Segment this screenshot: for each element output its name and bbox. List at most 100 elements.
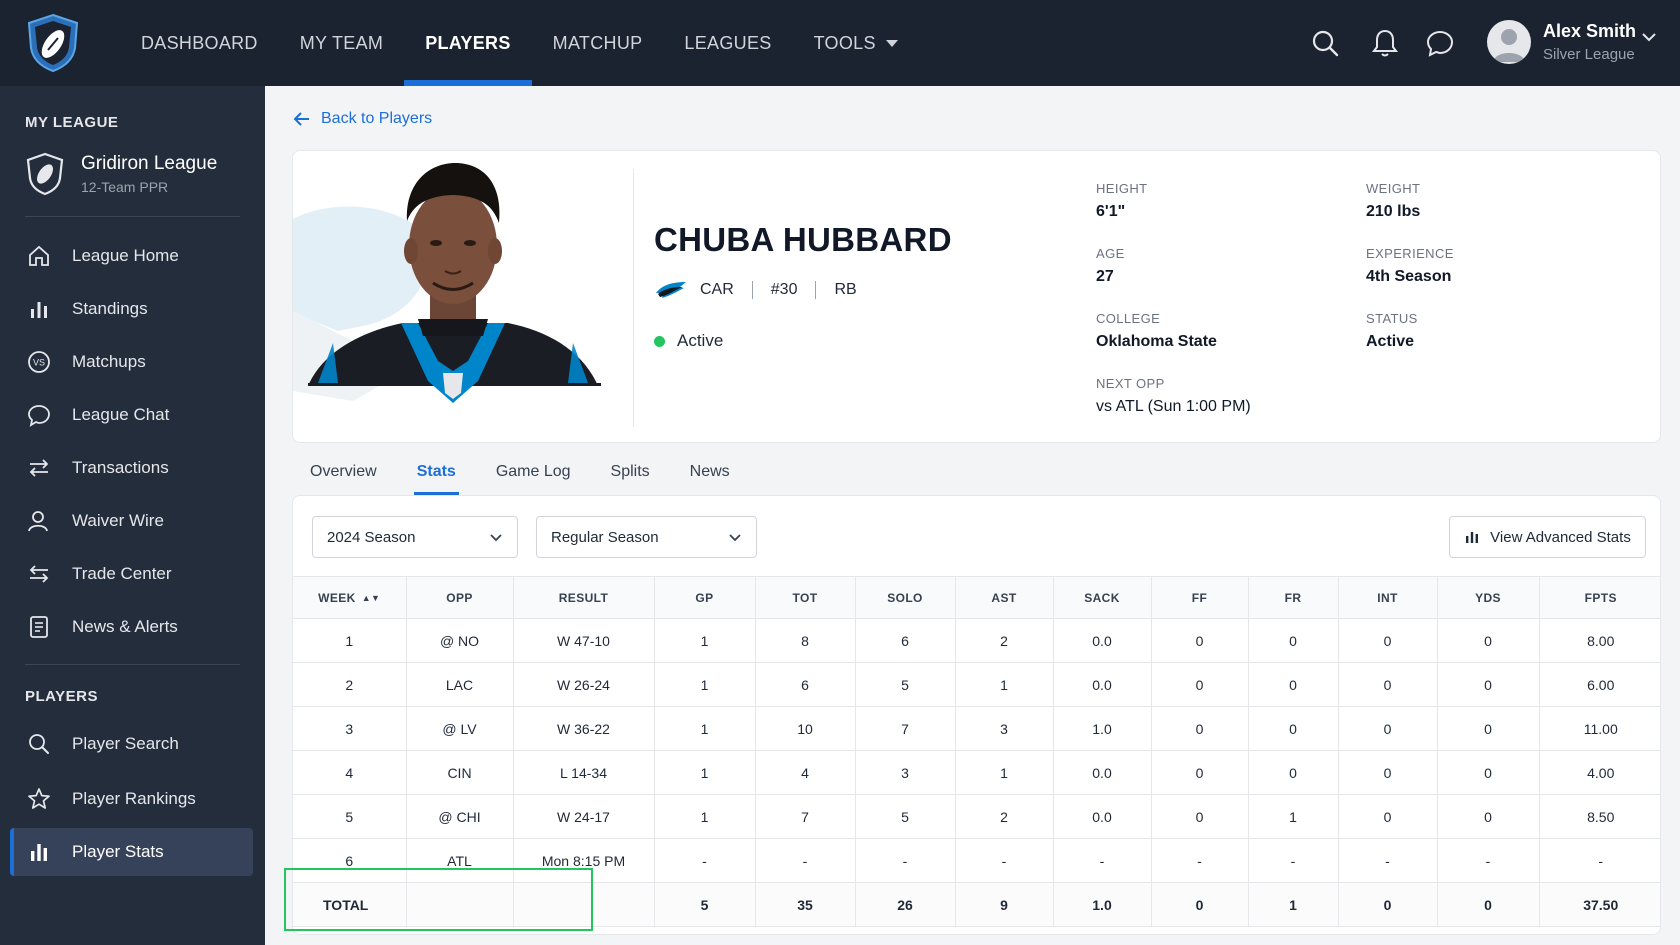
shield-football-logo-icon[interactable] bbox=[24, 12, 82, 74]
sidebar-item-transactions[interactable]: Transactions bbox=[10, 444, 253, 492]
table-cell: 0 bbox=[1150, 618, 1248, 663]
sidebar-item-league-home[interactable]: League Home bbox=[10, 232, 253, 280]
my-league-heading: MY LEAGUE bbox=[25, 114, 119, 131]
tab-splits[interactable]: Splits bbox=[611, 455, 650, 495]
table-row: 4 CIN L 14-34 1 4 3 1 0.0 0 0 0 0 4.00 bbox=[293, 750, 1660, 795]
tab-news[interactable]: News bbox=[690, 455, 730, 495]
sidebar-item-waiver-wire[interactable]: Waiver Wire bbox=[10, 497, 253, 545]
table-cell: 0 bbox=[1337, 794, 1437, 839]
sidebar-item-player-stats[interactable]: Player Stats bbox=[10, 828, 253, 876]
nav-my-team[interactable]: MY TEAM bbox=[279, 0, 404, 86]
search-icon[interactable] bbox=[1309, 27, 1341, 59]
column-header-fpts[interactable]: FPTS bbox=[1538, 576, 1660, 619]
bar-chart-icon bbox=[31, 302, 47, 318]
table-row: 1 @ NO W 47-10 1 8 6 2 0.0 0 0 0 0 8.00 bbox=[293, 618, 1660, 663]
column-header-result[interactable]: RESULT bbox=[512, 576, 654, 619]
column-header-yds[interactable]: YDS bbox=[1436, 576, 1539, 619]
table-cell: 1 bbox=[653, 750, 755, 795]
bar-chart-icon bbox=[1466, 532, 1479, 543]
sidebar-item-label: Trade Center bbox=[72, 564, 172, 583]
season-select[interactable]: 2024 Season bbox=[312, 516, 518, 558]
table-cell: 0 bbox=[1247, 662, 1338, 707]
column-header-week[interactable]: WEEK ▲▼ bbox=[293, 576, 406, 619]
table-header-row: WEEK ▲▼ OPP RESULT GP TOT SOLO AST SACK F… bbox=[293, 576, 1660, 619]
sidebar-item-label: News & Alerts bbox=[72, 617, 178, 636]
nav-label: MY TEAM bbox=[299, 32, 384, 53]
table-cell: - bbox=[854, 838, 955, 883]
table-cell: 0 bbox=[1150, 662, 1248, 707]
attr-value: 6'1" bbox=[1096, 203, 1126, 220]
season-type-select-value: Regular Season bbox=[551, 528, 659, 546]
column-header-gp[interactable]: GP bbox=[653, 576, 755, 619]
table-cell: - bbox=[1436, 838, 1539, 883]
bell-icon[interactable] bbox=[1369, 27, 1401, 59]
sidebar-item-standings[interactable]: Standings bbox=[10, 285, 253, 333]
chat-bubble-icon[interactable] bbox=[1424, 27, 1456, 59]
attr-value: Oklahoma State bbox=[1096, 333, 1217, 350]
sidebar-item-label: Player Stats bbox=[72, 842, 164, 861]
column-header-int[interactable]: INT bbox=[1337, 576, 1437, 619]
sidebar-item-matchups[interactable]: VS Matchups bbox=[10, 338, 253, 386]
search-icon bbox=[29, 734, 49, 754]
sidebar-item-news-alerts[interactable]: News & Alerts bbox=[10, 603, 253, 651]
player-photo bbox=[293, 151, 613, 442]
column-header-ff[interactable]: FF bbox=[1150, 576, 1248, 619]
sidebar-item-label: League Home bbox=[72, 246, 179, 265]
column-header-ast[interactable]: AST bbox=[954, 576, 1053, 619]
table-cell: ATL bbox=[405, 838, 513, 883]
tab-game-log[interactable]: Game Log bbox=[496, 455, 571, 495]
nav-dashboard[interactable]: DASHBOARD bbox=[120, 0, 279, 86]
table-cell: 8.00 bbox=[1538, 618, 1660, 663]
attr-label: STATUS bbox=[1366, 311, 1418, 326]
attr-label: NEXT OPP bbox=[1096, 376, 1165, 391]
back-to-players-link[interactable]: Back to Players bbox=[293, 110, 432, 128]
sidebar-item-trade-center[interactable]: Trade Center bbox=[10, 550, 253, 598]
league-card[interactable]: Gridiron League 12-Team PPR bbox=[25, 152, 217, 196]
nav-leagues[interactable]: LEAGUES bbox=[663, 0, 792, 86]
player-profile-card: CHUBA HUBBARD CAR #30 RB Active HEIGHT 6… bbox=[292, 150, 1661, 443]
sidebar-item-player-search[interactable]: Player Search bbox=[10, 720, 253, 768]
table-cell: 7 bbox=[854, 706, 955, 751]
sidebar-item-league-chat[interactable]: League Chat bbox=[10, 391, 253, 439]
column-header-opp[interactable]: OPP bbox=[405, 576, 513, 619]
attr-label: HEIGHT bbox=[1096, 181, 1148, 196]
table-cell: 1 bbox=[293, 618, 406, 663]
table-cell: 1 bbox=[1247, 794, 1338, 839]
table-cell: 35 bbox=[754, 882, 855, 927]
attr-label: EXPERIENCE bbox=[1366, 246, 1454, 261]
table-cell: 1 bbox=[653, 618, 755, 663]
tab-overview[interactable]: Overview bbox=[310, 455, 377, 495]
nav-label: LEAGUES bbox=[684, 32, 772, 53]
view-advanced-stats-button[interactable]: View Advanced Stats bbox=[1449, 516, 1646, 558]
column-header-fr[interactable]: FR bbox=[1247, 576, 1338, 619]
home-icon bbox=[29, 245, 49, 266]
table-cell: 0.0 bbox=[1052, 618, 1151, 663]
players-heading: PLAYERS bbox=[25, 688, 98, 705]
tab-stats[interactable]: Stats bbox=[413, 455, 459, 495]
attr-value: 210 lbs bbox=[1366, 203, 1421, 220]
table-cell: - bbox=[1052, 838, 1151, 883]
stats-table: WEEK ▲▼ OPP RESULT GP TOT SOLO AST SACK F… bbox=[293, 576, 1660, 927]
table-cell: 1.0 bbox=[1052, 706, 1151, 751]
player-tabs: Overview Stats Game Log Splits News bbox=[310, 455, 770, 495]
chevron-down-icon[interactable] bbox=[1640, 28, 1658, 46]
sidebar-item-player-rankings[interactable]: Player Rankings bbox=[10, 775, 253, 823]
table-cell: - bbox=[954, 838, 1053, 883]
user-menu[interactable]: Alex Smith Silver League bbox=[1487, 20, 1636, 64]
table-cell: 0 bbox=[1337, 662, 1437, 707]
nav-matchup[interactable]: MATCHUP bbox=[532, 0, 664, 86]
nav-players[interactable]: PLAYERS bbox=[404, 0, 533, 86]
table-cell: 0 bbox=[1436, 794, 1539, 839]
sidebar-item-label: League Chat bbox=[72, 405, 170, 424]
season-type-select[interactable]: Regular Season bbox=[536, 516, 757, 558]
column-header-solo[interactable]: SOLO bbox=[854, 576, 955, 619]
column-header-tot[interactable]: TOT bbox=[754, 576, 855, 619]
player-headshot-illustration bbox=[293, 163, 601, 403]
nav-tools[interactable]: TOOLS bbox=[793, 0, 919, 86]
nav-label: TOOLS bbox=[813, 32, 876, 53]
column-header-sack[interactable]: SACK bbox=[1052, 576, 1151, 619]
user-name: Alex Smith bbox=[1543, 21, 1637, 41]
table-cell: 4 bbox=[754, 750, 855, 795]
meta-separator bbox=[815, 281, 817, 299]
table-cell: 1 bbox=[653, 662, 755, 707]
